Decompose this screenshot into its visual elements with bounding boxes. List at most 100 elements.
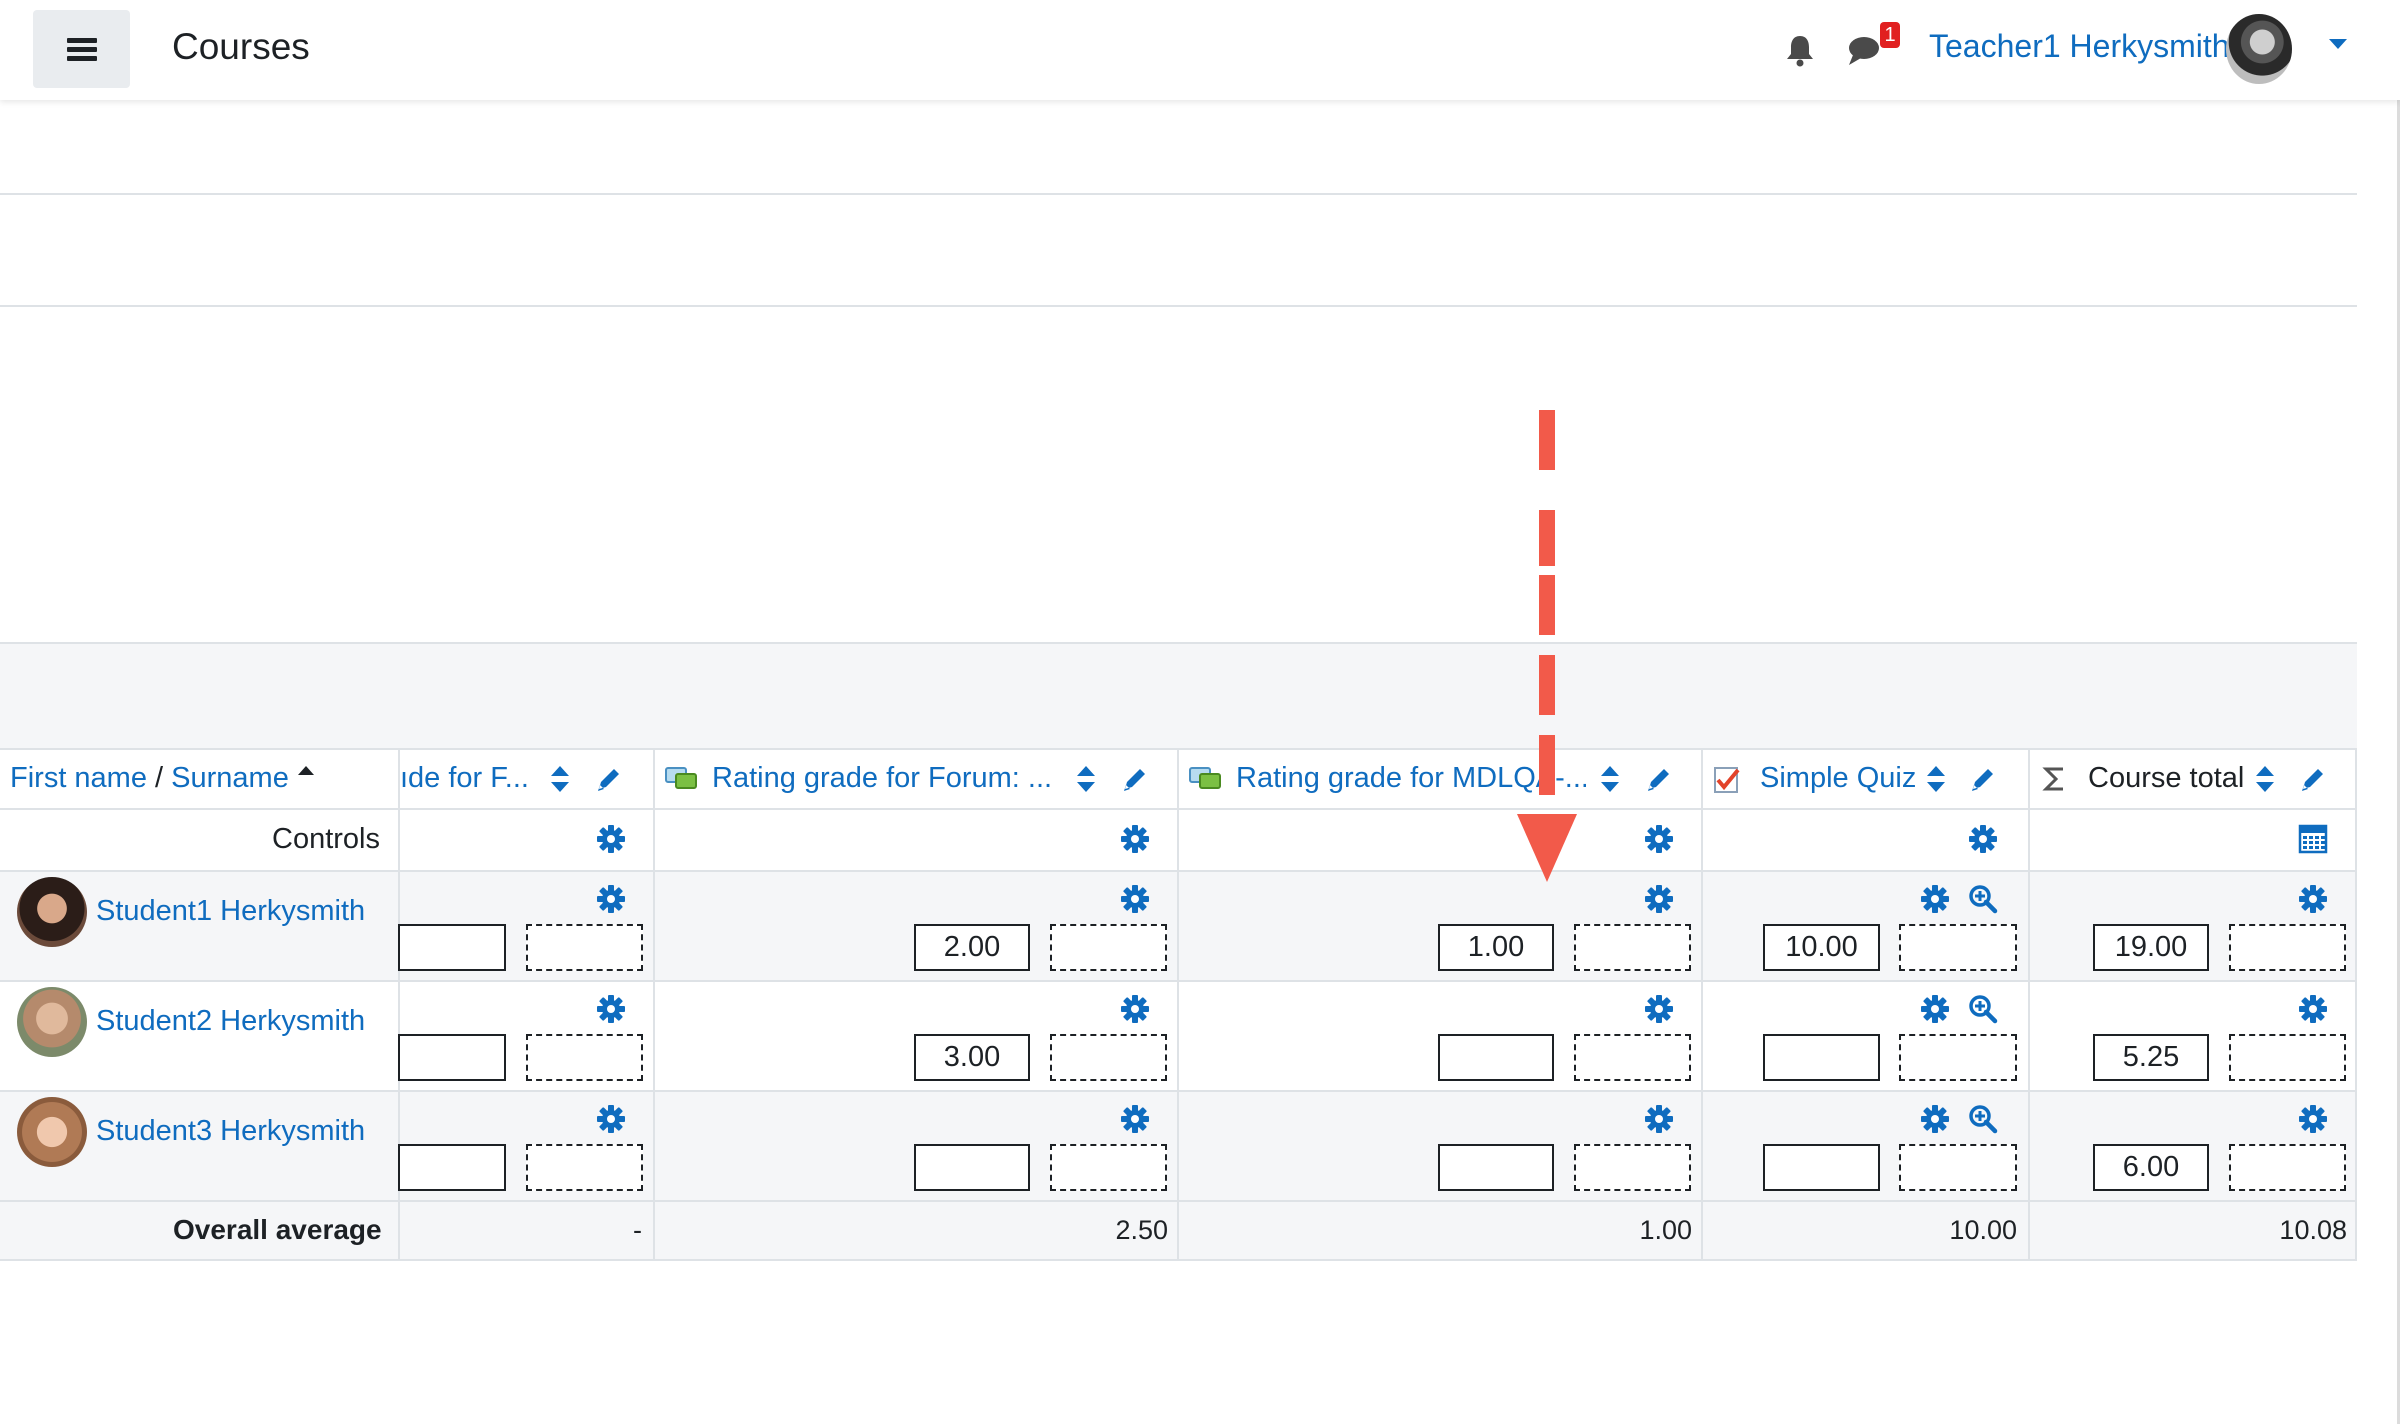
gear-icon[interactable] [1644,1104,1674,1134]
sort-icon[interactable] [1598,764,1622,794]
bell-icon[interactable] [1783,33,1817,67]
gear-icon[interactable] [596,884,626,914]
column-header-course-total: Course total [2088,762,2245,794]
average-value: 10.08 [2279,1215,2347,1245]
gear-icon[interactable] [1120,824,1150,854]
grade-input[interactable]: 6.00 [2093,1144,2209,1191]
feedback-input[interactable] [526,924,643,971]
student-name-link[interactable]: Student2 Herkysmith [96,1005,365,1038]
feedback-input[interactable] [2229,924,2346,971]
gear-icon[interactable] [1644,884,1674,914]
feedback-input[interactable] [2229,1034,2346,1081]
column-header-forum-f[interactable]: ıde for F... [400,762,530,795]
grade-input[interactable] [914,1144,1030,1191]
average-value: - [633,1215,642,1245]
gear-icon[interactable] [1920,1104,1950,1134]
grade-input[interactable] [1763,1144,1880,1191]
feedback-input[interactable] [1050,924,1167,971]
gear-icon[interactable] [1120,1104,1150,1134]
gear-icon[interactable] [1120,994,1150,1024]
gear-icon[interactable] [1120,884,1150,914]
student-name-link[interactable]: Student3 Herkysmith [96,1115,365,1148]
grade-input[interactable] [398,1144,506,1191]
menu-toggle-button[interactable] [33,10,130,88]
annotation-arrow [1517,410,1577,882]
feedback-input[interactable] [1574,1144,1691,1191]
gear-icon[interactable] [1968,824,1998,854]
feedback-input[interactable] [1899,1034,2017,1081]
grade-input[interactable] [1438,1034,1554,1081]
feedback-input[interactable] [526,1144,643,1191]
forum-icon [665,767,697,789]
avatar[interactable] [17,1097,87,1167]
avatar[interactable] [17,877,87,947]
top-navbar: Courses 1 Teacher1 Herkysmith [0,0,2400,100]
grade-input[interactable] [398,1034,506,1081]
feedback-input[interactable] [1050,1144,1167,1191]
user-avatar[interactable] [2226,14,2292,84]
grade-input[interactable]: 19.00 [2093,924,2209,971]
divider [0,193,2357,195]
calculator-icon[interactable] [2298,824,2328,854]
grade-input[interactable]: 1.00 [1438,924,1554,971]
feedback-input[interactable] [1050,1034,1167,1081]
messages-count-badge: 1 [1880,22,1900,48]
sort-surname-link[interactable]: Surname [171,762,289,794]
gear-icon[interactable] [1920,994,1950,1024]
grade-input[interactable] [1438,1144,1554,1191]
zoom-in-icon[interactable] [1968,1104,1998,1134]
gear-icon[interactable] [596,824,626,854]
average-value: 2.50 [1115,1215,1168,1245]
grade-input[interactable] [1763,1034,1880,1081]
student-name-link[interactable]: Student1 Herkysmith [96,895,365,928]
user-menu-name[interactable]: Teacher1 Herkysmith [1929,28,2230,65]
avatar[interactable] [17,987,87,1057]
edit-pencil-icon[interactable] [1120,764,1150,794]
grade-input[interactable]: 5.25 [2093,1034,2209,1081]
grade-input[interactable] [398,924,506,971]
average-value: 10.00 [1949,1215,2017,1245]
quiz-icon [1714,767,1740,793]
column-header-forum-rating[interactable]: Rating grade for Forum: ... [712,762,1052,795]
edit-pencil-icon[interactable] [2298,764,2328,794]
grade-input[interactable]: 10.00 [1763,924,1880,971]
zoom-in-icon[interactable] [1968,994,1998,1024]
site-title[interactable]: Courses [172,26,310,68]
feedback-input[interactable] [526,1034,643,1081]
sigma-icon [2042,767,2063,791]
sort-icon[interactable] [1074,764,1098,794]
feedback-input[interactable] [1899,1144,2017,1191]
edit-pencil-icon[interactable] [594,764,624,794]
gear-icon[interactable] [2298,1104,2328,1134]
overall-average-label: Overall average [173,1214,382,1245]
chevron-down-icon[interactable] [2329,39,2347,49]
chat-bubble-icon[interactable] [1846,32,1884,68]
gear-icon[interactable] [1644,994,1674,1024]
average-value: 1.00 [1639,1215,1692,1245]
gear-icon[interactable] [1644,824,1674,854]
feedback-input[interactable] [1899,924,2017,971]
sort-icon[interactable] [548,764,572,794]
controls-label: Controls [272,823,380,855]
feedback-input[interactable] [2229,1144,2346,1191]
table-top-band [0,642,2357,750]
grade-input[interactable]: 3.00 [914,1034,1030,1081]
feedback-input[interactable] [1574,924,1691,971]
gear-icon[interactable] [596,1104,626,1134]
column-header-simple-quiz[interactable]: Simple Quiz [1760,762,1916,795]
sort-icon[interactable] [1924,764,1948,794]
gear-icon[interactable] [2298,884,2328,914]
gear-icon[interactable] [596,994,626,1024]
grade-input[interactable]: 2.00 [914,924,1030,971]
feedback-input[interactable] [1574,1034,1691,1081]
sort-icon[interactable] [2253,764,2277,794]
edit-pencil-icon[interactable] [1644,764,1674,794]
divider [0,305,2357,307]
sort-firstname-link[interactable]: First name [10,762,147,794]
gear-icon[interactable] [1920,884,1950,914]
gear-icon[interactable] [2298,994,2328,1024]
zoom-in-icon[interactable] [1968,884,1998,914]
sort-ascending-icon [298,766,314,775]
name-column-header: First name / Surname [10,762,289,794]
edit-pencil-icon[interactable] [1968,764,1998,794]
